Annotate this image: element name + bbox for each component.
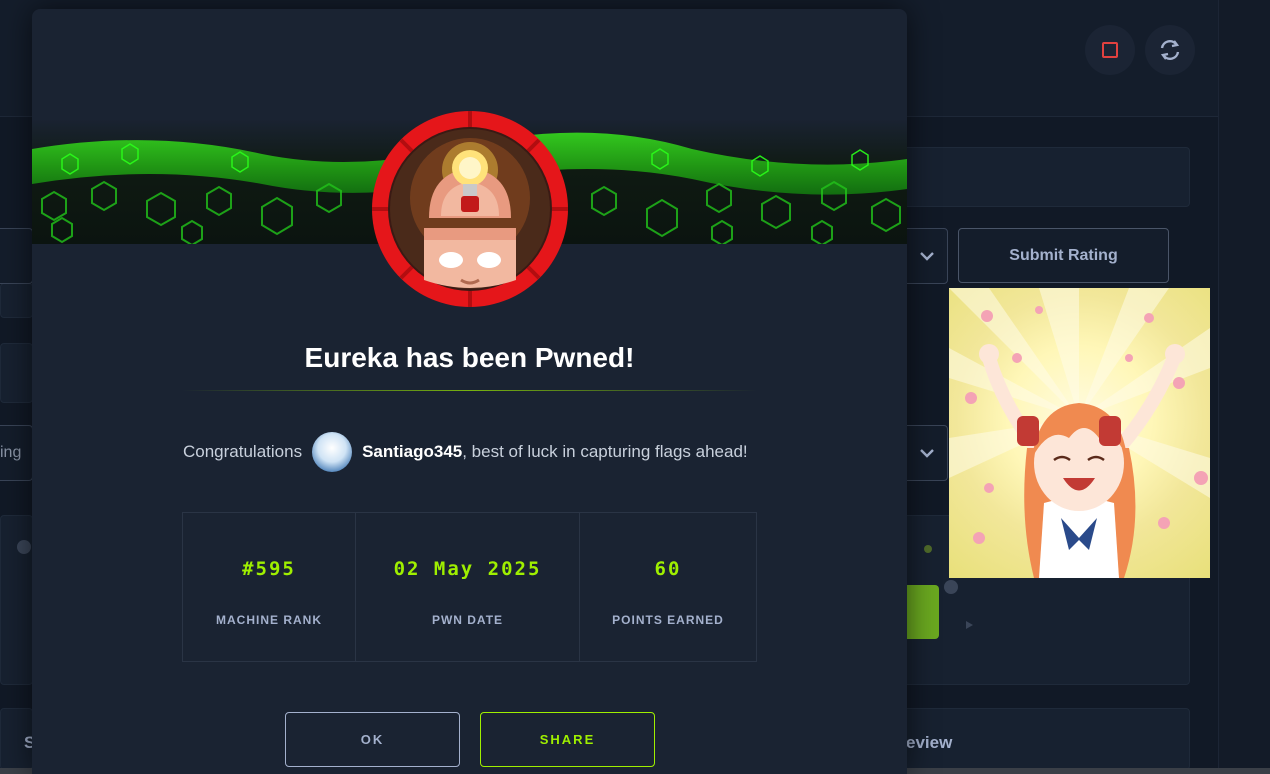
stats-table: #595 MACHINE RANK 02 May 2025 PWN DATE 6… [182, 512, 757, 662]
left-select[interactable] [0, 228, 33, 284]
ok-button[interactable]: OK [285, 712, 460, 767]
reset-machine-button[interactable] [1145, 25, 1195, 75]
submit-rating-button[interactable]: Submit Rating [958, 228, 1169, 283]
stat-pwn-date: 02 May 2025 PWN DATE [356, 513, 580, 661]
stat-label: MACHINE RANK [216, 613, 322, 627]
stat-value: 60 [654, 558, 682, 580]
stop-machine-button[interactable] [1085, 25, 1135, 75]
left-panel-strip [0, 283, 33, 318]
left-panel-strip-2 [0, 343, 33, 403]
stop-icon [1102, 42, 1118, 58]
right-column [1218, 0, 1270, 774]
chart-dot [944, 580, 958, 594]
stat-value: 02 May 2025 [393, 558, 542, 580]
congrats-suffix: , best of luck in capturing flags ahead! [462, 442, 748, 461]
flag-panel [880, 147, 1190, 207]
left-select-text: ing [0, 444, 22, 461]
left-difficulty-select[interactable]: ing [0, 425, 33, 481]
stat-points-earned: 60 POINTS EARNED [580, 513, 756, 661]
chevron-down-icon [920, 252, 934, 261]
pwned-modal: Eureka has been Pwned! Congratulations S… [32, 9, 907, 774]
chevron-down-icon [920, 449, 934, 458]
avatar [312, 432, 353, 472]
celebration-image [949, 288, 1210, 578]
stat-value: #595 [242, 558, 296, 580]
title-divider [182, 390, 757, 391]
refresh-icon [1160, 40, 1180, 60]
username: Santiago345 [362, 442, 463, 461]
stat-label: POINTS EARNED [612, 613, 724, 627]
modal-title: Eureka has been Pwned! [304, 342, 635, 373]
stat-machine-rank: #595 MACHINE RANK [183, 513, 356, 661]
chart-dot [17, 540, 31, 554]
congrats-message: Congratulations Santiago345 , best of lu… [183, 431, 748, 473]
congrats-prefix: Congratulations [183, 442, 303, 461]
stat-label: PWN DATE [431, 613, 504, 627]
machine-badge-icon [372, 111, 568, 307]
play-icon [966, 621, 973, 629]
share-button[interactable]: SHARE [480, 712, 655, 767]
chart-dot [924, 545, 932, 553]
review-tab-label[interactable]: eview [906, 733, 952, 753]
submit-difficulty-button[interactable] [905, 585, 939, 639]
